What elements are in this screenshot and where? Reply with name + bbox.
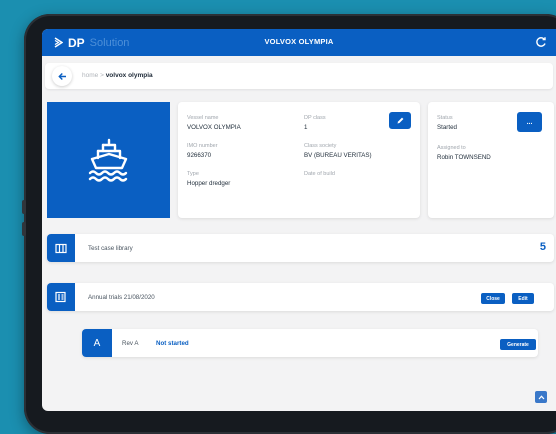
breadcrumb: home > volvox olympia xyxy=(82,72,153,79)
trial-row[interactable]: Annual trials 21/08/2020 Close Edit xyxy=(47,283,554,311)
pencil-icon xyxy=(397,117,403,124)
edit-vessel-button[interactable] xyxy=(389,112,411,129)
assigned-label: Assigned to xyxy=(437,145,466,151)
vessel-details-card: Vessel name VOLVOX OLYMPIA IMO number 92… xyxy=(178,102,420,218)
class-society-value: BV (BUREAU VERITAS) xyxy=(304,152,372,159)
vessel-type-label: Type xyxy=(187,171,199,177)
breadcrumb-separator: > xyxy=(100,72,104,79)
close-button[interactable]: Close xyxy=(481,293,505,304)
edit-button[interactable]: Edit xyxy=(512,293,534,304)
scroll-top-button[interactable] xyxy=(535,391,547,403)
vessel-type-field: Type Hopper dredger xyxy=(187,171,230,187)
date-of-build-field: Date of build xyxy=(304,171,335,180)
trial-icon-box xyxy=(47,283,75,311)
arrow-left-icon xyxy=(57,72,66,80)
revision-badge: A xyxy=(82,329,112,357)
vessel-name-label: Vessel name xyxy=(187,115,219,121)
imo-number-value: 9266370 xyxy=(187,152,212,159)
breadcrumb-home[interactable]: home xyxy=(82,72,98,79)
revision-name: Rev A xyxy=(122,340,139,347)
test-case-library-row[interactable]: Test case library 5 xyxy=(47,234,554,262)
library-count: 5 xyxy=(539,241,546,253)
app-screen: DP Solution VOLVOX OLYMPIA home > volvox… xyxy=(42,29,556,411)
revision-row[interactable]: A Rev A Not started Generate xyxy=(82,329,538,357)
class-society-label: Class society xyxy=(304,143,337,149)
imo-number-field: IMO number 9266370 xyxy=(187,143,218,159)
status-value: Started xyxy=(437,124,457,131)
generate-button[interactable]: Generate xyxy=(500,339,536,350)
dp-class-value: 1 xyxy=(304,124,308,131)
library-label: Test case library xyxy=(88,245,133,252)
status-field: Status Started xyxy=(437,115,457,131)
ship-icon xyxy=(88,138,127,182)
vessel-name-field: Vessel name VOLVOX OLYMPIA xyxy=(187,115,241,131)
library-icon-box xyxy=(47,234,75,262)
tablet-side-button xyxy=(22,200,26,214)
back-button[interactable] xyxy=(52,66,72,86)
refresh-icon[interactable] xyxy=(534,35,548,49)
more-button[interactable]: ... xyxy=(517,112,542,132)
vessel-image xyxy=(47,102,170,218)
imo-number-label: IMO number xyxy=(187,143,218,149)
tablet-side-button xyxy=(22,222,26,236)
status-label: Status xyxy=(437,115,453,121)
assigned-field: Assigned to Robin TOWNSEND xyxy=(437,145,491,161)
assigned-value: Robin TOWNSEND xyxy=(437,154,491,161)
library-icon xyxy=(55,243,67,253)
date-of-build-label: Date of build xyxy=(304,171,335,177)
document-list-icon xyxy=(55,291,66,303)
revision-status: Not started xyxy=(156,340,189,347)
page-title: VOLVOX OLYMPIA xyxy=(264,37,334,46)
top-bar: DP Solution VOLVOX OLYMPIA xyxy=(42,29,556,56)
chevron-up-icon xyxy=(538,394,544,399)
breadcrumb-current: volvox olympia xyxy=(105,72,153,79)
dp-class-label: DP class xyxy=(304,115,326,121)
breadcrumb-bar: home > volvox olympia xyxy=(45,63,553,89)
trial-label: Annual trials 21/08/2020 xyxy=(88,294,155,301)
vessel-type-value: Hopper dredger xyxy=(187,180,231,187)
dp-class-field: DP class 1 xyxy=(304,115,326,131)
status-card: Status Started Assigned to Robin TOWNSEN… xyxy=(428,102,554,218)
class-society-field: Class society BV (BUREAU VERITAS) xyxy=(304,143,372,159)
vessel-name-value: VOLVOX OLYMPIA xyxy=(187,124,241,131)
